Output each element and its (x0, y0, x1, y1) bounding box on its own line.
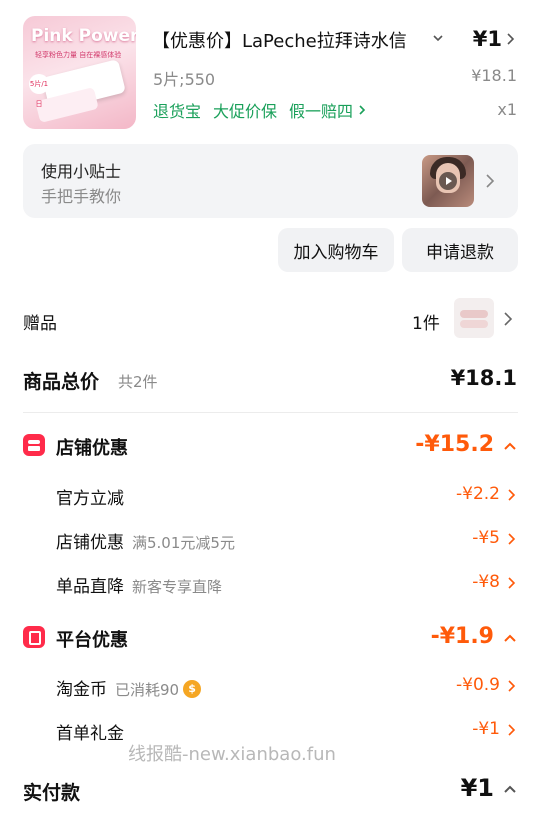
product-image-tagline: 轻享粉色力量 自在裸感体验 (35, 51, 122, 59)
service-tag[interactable]: 退货宝 (153, 98, 201, 122)
discount-row-note: 新客专享直降 (132, 578, 223, 596)
gift-count: 1件 (412, 314, 440, 334)
discount-row-note: 满5.01元减5元 (132, 534, 235, 552)
shop-discount-total[interactable]: -¥15.2 (415, 432, 494, 457)
discount-row-note: 已消耗90 (115, 681, 180, 699)
product-image-brand: Pink Power (31, 26, 136, 46)
chevron-up-icon[interactable] (503, 633, 517, 643)
discount-row-name: 首单礼金 (56, 724, 124, 744)
product-title[interactable]: 【优惠价】LaPeche拉拜诗水信 (152, 27, 424, 53)
product-quantity: x1 (497, 100, 517, 119)
chevron-up-icon[interactable] (503, 441, 517, 451)
chevron-down-icon[interactable] (432, 32, 444, 44)
shop-icon (23, 434, 45, 456)
coin-icon (183, 680, 202, 698)
chevron-right-icon[interactable] (357, 104, 367, 116)
chevron-right-icon[interactable] (507, 488, 516, 502)
chevron-right-icon[interactable] (503, 311, 513, 327)
discount-row-value[interactable]: -¥2.2 (456, 484, 500, 504)
discount-row-name: 淘金币 (56, 680, 107, 700)
chevron-right-icon[interactable] (507, 723, 516, 737)
platform-discount-total[interactable]: -¥1.9 (431, 624, 494, 649)
chevron-right-icon[interactable] (507, 532, 516, 546)
discount-row-label: 首单礼金 (56, 719, 124, 744)
discount-row-name: 单品直降 (56, 577, 124, 597)
chevron-right-icon[interactable] (504, 32, 516, 46)
product-image[interactable]: Pink Power 轻享粉色力量 自在裸感体验 5片/1日 (23, 16, 136, 129)
discount-row-label: 淘金币 已消耗90 (56, 675, 202, 700)
product-image-badge: 5片/1日 (29, 74, 49, 108)
chevron-right-icon[interactable] (485, 173, 495, 189)
product-original-price: ¥18.1 (471, 66, 517, 85)
service-tag[interactable]: 大促价保 (213, 98, 277, 122)
discount-row-label: 店铺优惠 满5.01元减5元 (56, 528, 235, 553)
discount-row-value[interactable]: -¥8 (472, 572, 500, 592)
chevron-right-icon[interactable] (507, 679, 516, 693)
total-value: ¥18.1 (450, 366, 517, 390)
product-price: ¥1 (472, 27, 502, 51)
usage-tips-card[interactable]: 使用小贴士 手把手教你 (23, 144, 518, 218)
product-spec: 5片;550 (153, 70, 216, 89)
discount-row-name: 店铺优惠 (56, 533, 124, 553)
chevron-right-icon[interactable] (507, 576, 516, 590)
discount-row-label: 单品直降 新客专享直降 (56, 572, 222, 597)
discount-row-name: 官方立减 (56, 489, 124, 509)
service-tag[interactable]: 假一赔四 (289, 98, 353, 122)
chevron-up-icon[interactable] (503, 784, 517, 794)
tips-video-thumbnail[interactable] (422, 155, 474, 207)
discount-row-value[interactable]: -¥1 (472, 719, 500, 739)
platform-discount-title: 平台优惠 (56, 630, 128, 651)
watermark: 线报酷-new.xianbao.fun (128, 744, 336, 765)
discount-row-value[interactable]: -¥5 (472, 528, 500, 548)
gift-image[interactable] (454, 298, 494, 338)
payment-label: 实付款 (23, 782, 81, 804)
play-icon[interactable] (439, 172, 457, 190)
tips-subtitle: 手把手教你 (41, 187, 122, 206)
discount-row-value[interactable]: -¥0.9 (456, 675, 500, 695)
platform-icon (23, 626, 45, 648)
add-to-cart-button[interactable]: 加入购物车 (278, 228, 394, 272)
gift-label: 赠品 (23, 314, 57, 334)
discount-row-label: 官方立减 (56, 484, 124, 509)
total-count: 共2件 (118, 373, 158, 391)
tips-title: 使用小贴士 (41, 162, 122, 181)
product-row[interactable]: Pink Power 轻享粉色力量 自在裸感体验 5片/1日 【优惠价】LaPe… (0, 0, 540, 140)
payment-value[interactable]: ¥1 (461, 774, 494, 802)
service-tags[interactable]: 退货宝 大促价保 假一赔四 (153, 98, 367, 122)
total-label: 商品总价 (23, 371, 100, 393)
shop-discount-title: 店铺优惠 (56, 438, 128, 459)
divider (23, 412, 518, 413)
request-refund-button[interactable]: 申请退款 (402, 228, 518, 272)
